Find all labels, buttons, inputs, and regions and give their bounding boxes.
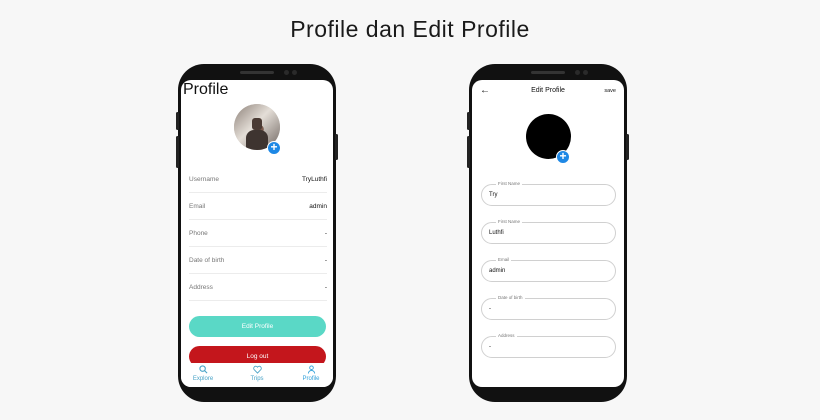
phone-profile: Profile + Username TryLuthfi Email admin… (176, 64, 338, 402)
field-label: Address (496, 333, 517, 338)
field-value[interactable]: - (489, 306, 491, 312)
first-name-field[interactable]: First Name Try (481, 181, 616, 206)
row-label: Username (189, 176, 219, 183)
sensor-dot (583, 70, 588, 75)
row-address: Address - (189, 274, 327, 301)
row-username: Username TryLuthfi (189, 166, 327, 193)
add-photo-button[interactable]: + (556, 150, 570, 164)
camera-lens (284, 70, 289, 75)
field-label: First Name (496, 219, 523, 224)
tab-profile[interactable]: Profile (291, 365, 331, 382)
row-date-of-birth: Date of birth - (189, 247, 327, 274)
row-label: Phone (189, 230, 208, 237)
row-phone: Phone - (189, 220, 327, 247)
speaker-grille (531, 71, 565, 74)
volume-button-2 (467, 136, 470, 168)
row-value: - (324, 257, 327, 264)
row-value: - (324, 230, 327, 237)
email-field[interactable]: Email admin (481, 257, 616, 282)
row-label: Email (189, 203, 206, 210)
power-button (335, 134, 338, 160)
field-value[interactable]: Try (489, 192, 497, 198)
volume-button (176, 112, 179, 130)
search-icon (183, 365, 223, 376)
volume-button-2 (176, 136, 179, 168)
row-label: Date of birth (189, 257, 225, 264)
tab-label: Explore (192, 376, 214, 382)
camera-lens (575, 70, 580, 75)
add-photo-button[interactable]: + (267, 141, 281, 155)
volume-button (467, 112, 470, 130)
phone-edit-profile: ← Edit Profile save + First Name Try Fir… (467, 64, 629, 402)
tab-label: Profile (302, 376, 320, 382)
edit-profile-button[interactable]: Edit Profile (189, 316, 326, 337)
row-value: TryLuthfi (301, 176, 327, 183)
field-label: Date of birth (496, 295, 525, 300)
speaker-grille (240, 71, 274, 74)
row-value: admin (309, 203, 327, 210)
edit-profile-title: Edit Profile (531, 87, 565, 94)
field-value[interactable]: - (489, 344, 491, 350)
tab-trips[interactable]: Trips (237, 365, 277, 382)
row-email: Email admin (189, 193, 327, 220)
field-value[interactable]: Luthfi (489, 230, 504, 236)
heart-icon (237, 365, 277, 376)
page-title: Profile dan Edit Profile (290, 16, 530, 42)
power-button (626, 134, 629, 160)
bottom-tab-bar: Explore Trips Profile (181, 363, 333, 387)
save-button[interactable]: save (604, 88, 616, 94)
field-label: Email (496, 257, 512, 262)
sensor-dot (292, 70, 297, 75)
last-name-field[interactable]: First Name Luthfi (481, 219, 616, 244)
row-value: - (324, 284, 327, 291)
profile-header: Profile (183, 81, 229, 98)
field-label: First Name (496, 181, 523, 186)
tab-explore[interactable]: Explore (183, 365, 223, 382)
edit-profile-screen: ← Edit Profile save + First Name Try Fir… (472, 80, 624, 387)
address-field[interactable]: Address - (481, 333, 616, 358)
row-label: Address (189, 284, 213, 291)
field-value[interactable]: admin (489, 268, 505, 274)
profile-screen: Profile + Username TryLuthfi Email admin… (181, 80, 333, 387)
tab-label: Trips (250, 376, 264, 382)
date-of-birth-field[interactable]: Date of birth - (481, 295, 616, 320)
user-icon (291, 365, 331, 376)
